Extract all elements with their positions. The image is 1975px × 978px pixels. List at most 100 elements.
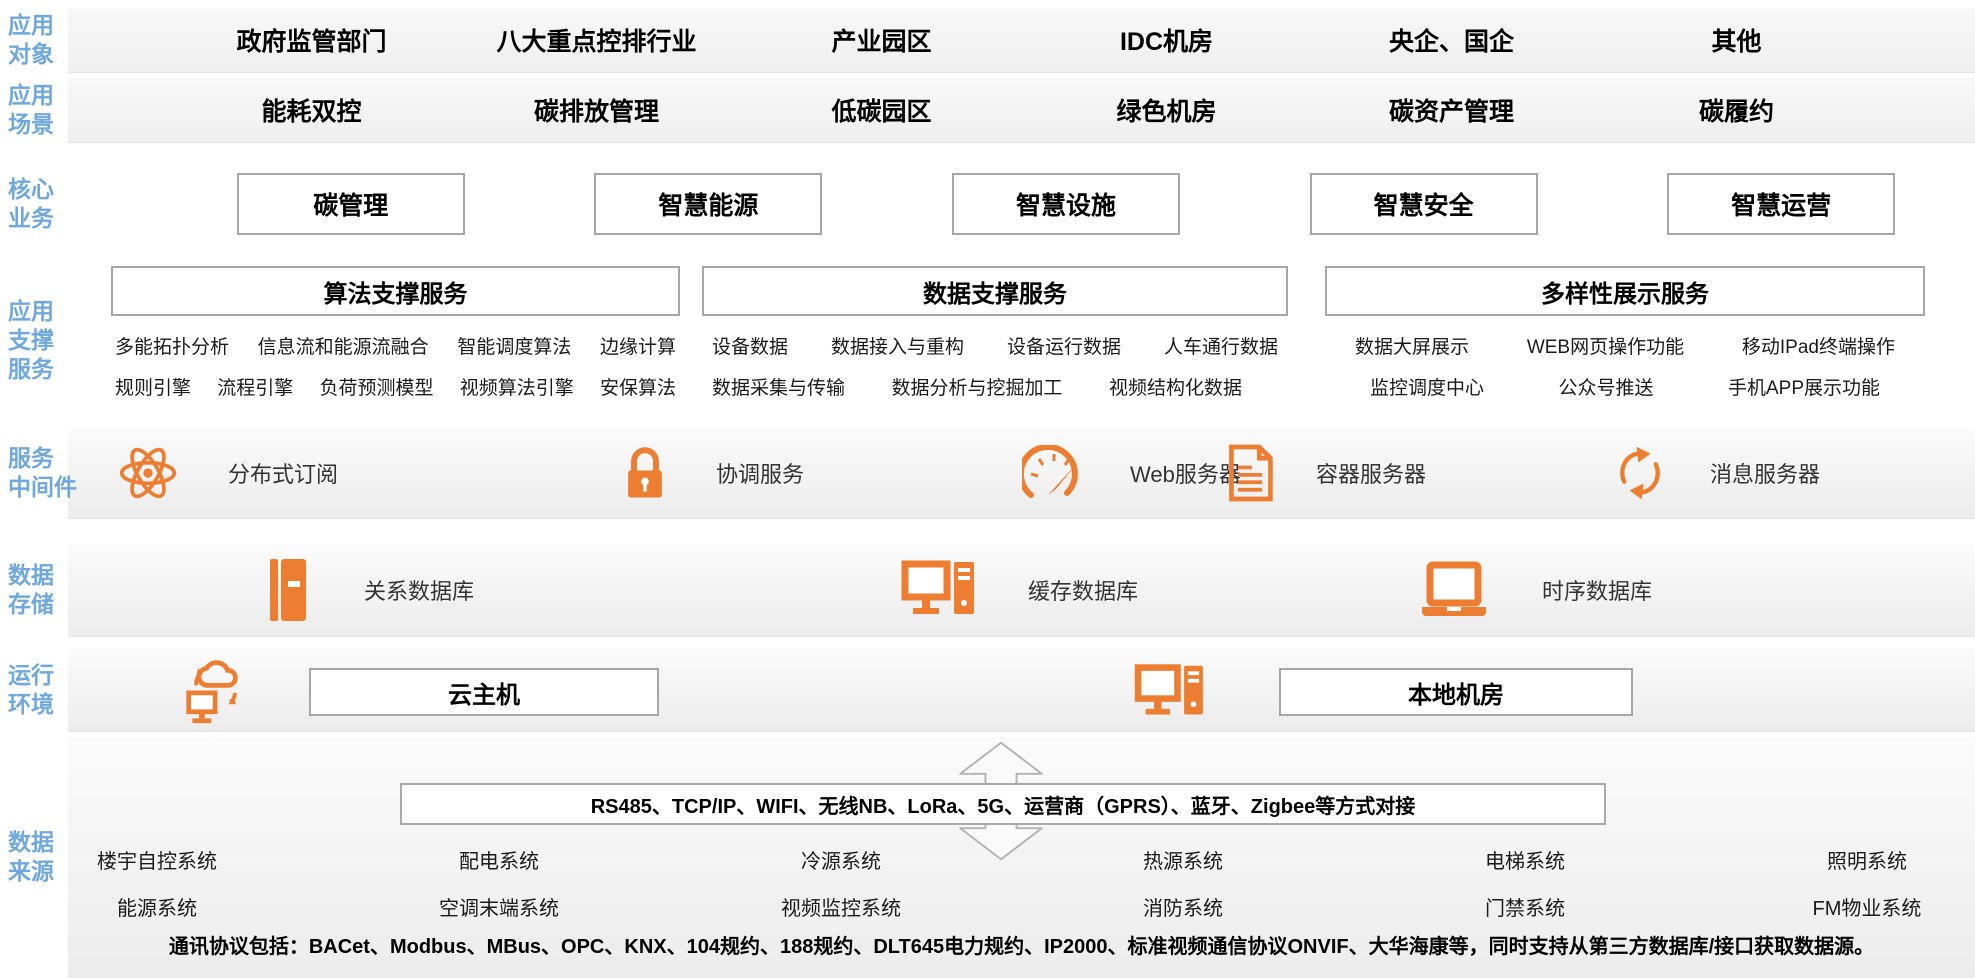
support-item: 视频结构化数据 (1109, 373, 1242, 400)
document-icon (1224, 442, 1276, 504)
source-system: 电梯系统 (1354, 845, 1696, 874)
middleware-label: 协调服务 (716, 457, 804, 489)
support-group-title: 多样性展示服务 (1325, 266, 1925, 316)
lock-icon (618, 443, 672, 503)
support-group-title: 数据支撑服务 (702, 266, 1288, 316)
middleware-item: 协调服务 (618, 428, 804, 518)
target-item: 政府监管部门 (169, 22, 454, 58)
middleware-item: 容器服务器 (1224, 428, 1426, 518)
scenario-item: 低碳园区 (739, 92, 1024, 128)
support-item: 信息流和能源流融合 (258, 332, 429, 359)
support-item: 人车通行数据 (1164, 332, 1278, 359)
label-runtime-env: 运行 环境 (8, 661, 78, 719)
storage-label: 时序数据库 (1542, 574, 1652, 606)
scenario-item: 碳排放管理 (454, 92, 739, 128)
support-item: 视频算法引擎 (460, 373, 574, 400)
source-systems-row-2: 能源系统 空调末端系统 视频监控系统 消防系统 门禁系统 FM物业系统 (0, 892, 1975, 921)
middleware-item: 消息服务器 (1612, 428, 1820, 518)
source-system: 能源系统 (0, 892, 328, 921)
target-item: 其他 (1594, 22, 1879, 58)
runtime-box-local-server-room: 本地机房 (1279, 668, 1633, 716)
middleware-item: 分布式订阅 (118, 428, 338, 518)
label-line: 服务 (8, 444, 78, 473)
source-system: 视频监控系统 (670, 892, 1012, 921)
target-item: 产业园区 (739, 22, 1024, 58)
label-line: 运行 (8, 661, 78, 690)
scenario-item: 碳资产管理 (1309, 92, 1594, 128)
support-item: 安保算法 (600, 373, 676, 400)
label-line: 服务 (8, 355, 78, 384)
core-box: 智慧安全 (1310, 173, 1538, 235)
connection-methods-bar: RS485、TCP/IP、WIFI、无线NB、LoRa、5G、运营商（GPRS）… (400, 783, 1606, 825)
gauge-icon (1022, 445, 1086, 501)
source-system: 空调末端系统 (328, 892, 670, 921)
source-system: 消防系统 (1012, 892, 1354, 921)
core-business-row: 碳管理 智慧能源 智慧设施 智慧安全 智慧运营 (172, 150, 1960, 258)
source-system: 配电系统 (328, 845, 670, 874)
label-line: 数据 (8, 561, 78, 590)
support-item: 公众号推送 (1558, 373, 1653, 400)
storage-label: 关系数据库 (364, 574, 474, 606)
sync-icon (1612, 443, 1668, 503)
middleware-label: 分布式订阅 (228, 457, 338, 489)
support-item: 数据大屏展示 (1355, 332, 1469, 359)
label-data-storage: 数据 存储 (8, 561, 78, 619)
source-system: 楼宇自控系统 (0, 845, 328, 874)
source-systems-row-1: 楼宇自控系统 配电系统 冷源系统 热源系统 电梯系统 照明系统 (0, 845, 1975, 874)
support-group-display: 多样性展示服务 数据大屏展示 WEB网页操作功能 移动IPad终端操作 监控调度… (1325, 266, 1925, 400)
source-system: 门禁系统 (1354, 892, 1696, 921)
label-line: 场景 (8, 110, 78, 139)
support-item: 设备数据 (712, 332, 788, 359)
label-application-targets: 应用 对象 (8, 11, 78, 69)
storage-item: 时序数据库 (1418, 544, 1652, 636)
label-middleware: 服务 中间件 (8, 444, 78, 502)
target-item: 八大重点控排行业 (454, 22, 739, 58)
label-line: 支撑 (8, 326, 78, 355)
storage-item: 缓存数据库 (900, 544, 1138, 636)
runtime-box-cloud-host: 云主机 (309, 668, 659, 716)
core-box: 碳管理 (237, 173, 465, 235)
application-targets-row: 政府监管部门 八大重点控排行业 产业园区 IDC机房 央企、国企 其他 (169, 8, 1879, 72)
cloud-monitor-icon (183, 657, 251, 725)
atom-icon (118, 443, 178, 503)
support-item: 数据接入与重构 (831, 332, 964, 359)
support-group-algorithm: 算法支撑服务 多能拓扑分析 信息流和能源流融合 智能调度算法 边缘计算 规则引擎… (111, 266, 680, 400)
label-line: 中间件 (8, 473, 78, 502)
label-application-scenarios: 应用 场景 (8, 81, 78, 139)
support-item: 设备运行数据 (1007, 332, 1121, 359)
label-line: 业务 (8, 204, 78, 233)
scenario-item: 能耗双控 (169, 92, 454, 128)
core-box: 智慧设施 (952, 173, 1180, 235)
core-box: 智慧能源 (594, 173, 822, 235)
label-line: 应用 (8, 297, 78, 326)
book-icon (268, 557, 308, 623)
architecture-diagram: 应用 对象 应用 场景 核心 业务 应用 支撑 服务 服务 中间件 数据 存储 … (0, 0, 1975, 978)
support-item: 智能调度算法 (457, 332, 571, 359)
support-item: WEB网页操作功能 (1527, 332, 1684, 359)
storage-label: 缓存数据库 (1028, 574, 1138, 606)
label-line: 应用 (8, 11, 78, 40)
label-core-business: 核心 业务 (8, 175, 78, 233)
scenario-item: 绿色机房 (1024, 92, 1309, 128)
middleware-label: 消息服务器 (1710, 457, 1820, 489)
support-item: 数据采集与传输 (712, 373, 845, 400)
core-box: 智慧运营 (1667, 173, 1895, 235)
support-item: 规则引擎 (115, 373, 191, 400)
middleware-item: Web服务器 (1022, 428, 1241, 518)
support-item: 监控调度中心 (1370, 373, 1484, 400)
middleware-label: 容器服务器 (1316, 457, 1426, 489)
source-system: 照明系统 (1696, 845, 1975, 874)
support-item: 移动IPad终端操作 (1742, 332, 1895, 359)
support-item: 数据分析与挖掘加工 (891, 373, 1062, 400)
support-item: 多能拓扑分析 (115, 332, 229, 359)
target-item: 央企、国企 (1309, 22, 1594, 58)
support-item: 边缘计算 (600, 332, 676, 359)
support-group-data: 数据支撑服务 设备数据 数据接入与重构 设备运行数据 人车通行数据 数据采集与传… (702, 266, 1288, 400)
support-item: 手机APP展示功能 (1728, 373, 1880, 400)
application-scenarios-row: 能耗双控 碳排放管理 低碳园区 绿色机房 碳资产管理 碳履约 (169, 78, 1879, 142)
support-item: 负荷预测模型 (319, 373, 433, 400)
support-item: 流程引擎 (217, 373, 293, 400)
support-group-title: 算法支撑服务 (111, 266, 680, 316)
protocols-note: 通讯协议包括：BACet、Modbus、MBus、OPC、KNX、104规约、1… (68, 930, 1975, 959)
desktop-tower-icon (900, 557, 978, 623)
